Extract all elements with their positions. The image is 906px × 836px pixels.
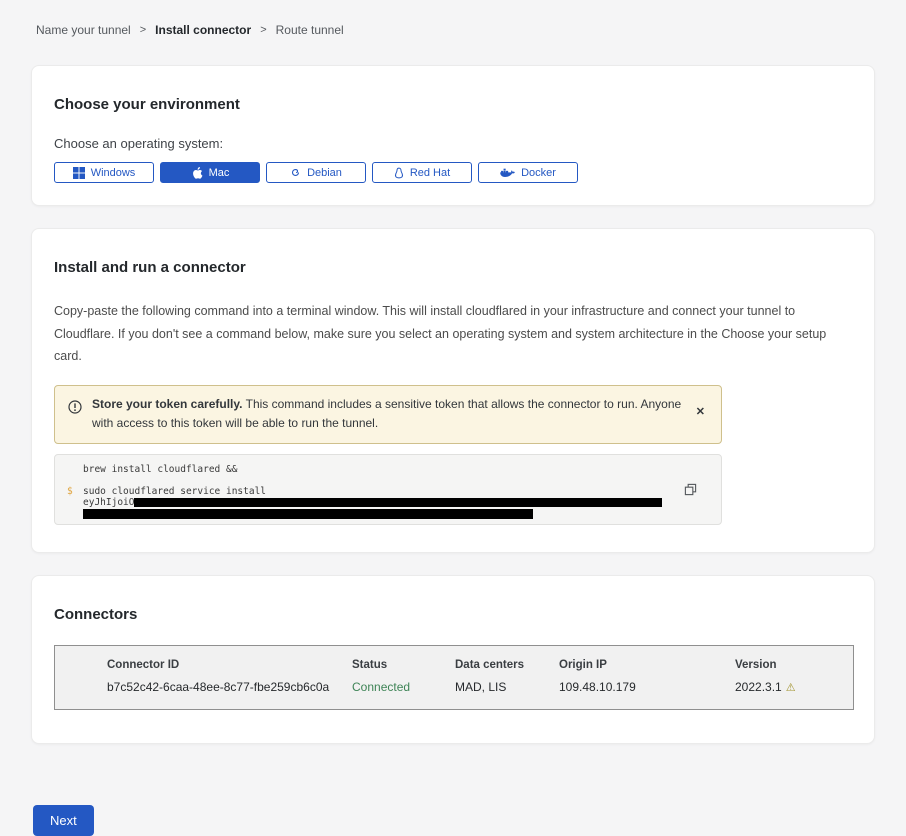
- os-button-label: Docker: [521, 167, 556, 179]
- os-button-label: Windows: [91, 167, 136, 179]
- os-button-label: Red Hat: [410, 167, 450, 179]
- version-warning-icon: ⚠: [786, 681, 796, 694]
- breadcrumb: Name your tunnel > Install connector > R…: [31, 0, 875, 37]
- token-warning-text: Store your token carefully. This command…: [92, 395, 682, 435]
- install-description: Copy-paste the following command into a …: [54, 300, 852, 368]
- connector-id-value: b7c52c42-6caa-48ee-8c77-fbe259cb6c0a: [107, 680, 352, 694]
- redacted-token-bar: [83, 509, 533, 519]
- connectors-card: Connectors Connector ID Status Data cent…: [31, 575, 875, 744]
- install-card-title: Install and run a connector: [54, 259, 852, 276]
- alert-circle-icon: [68, 400, 82, 419]
- token-line: eyJhIjoiO: [83, 497, 662, 508]
- os-button-group: Windows Mac Debian Red Hat: [54, 162, 852, 183]
- col-header-origin-ip: Origin IP: [559, 659, 735, 671]
- code-command-install: sudo cloudflared service install: [83, 486, 266, 497]
- redhat-linux-icon: [394, 167, 404, 179]
- os-button-label: Debian: [307, 167, 342, 179]
- version-value: 2022.3.1⚠: [735, 680, 853, 694]
- breadcrumb-install-connector[interactable]: Install connector: [155, 23, 251, 37]
- token-warning-banner: Store your token carefully. This command…: [54, 385, 722, 445]
- col-header-data-centers: Data centers: [455, 659, 559, 671]
- data-centers-value: MAD, LIS: [455, 680, 559, 694]
- debian-icon: [290, 167, 301, 178]
- origin-ip-value: 109.48.10.179: [559, 680, 735, 694]
- install-command-code-block: brew install cloudflared && $ sudo cloud…: [54, 454, 722, 525]
- breadcrumb-route-tunnel[interactable]: Route tunnel: [276, 23, 344, 37]
- connectors-card-title: Connectors: [54, 606, 852, 623]
- connectors-table: Connector ID Status Data centers Origin …: [54, 645, 854, 710]
- close-icon[interactable]: ✕: [692, 403, 709, 420]
- tunnel-setup-page: Name your tunnel > Install connector > R…: [0, 0, 906, 836]
- connectors-table-header: Connector ID Status Data centers Origin …: [107, 659, 853, 671]
- breadcrumb-separator: >: [260, 24, 266, 36]
- os-button-label: Mac: [209, 167, 230, 179]
- os-button-docker[interactable]: Docker: [478, 162, 578, 183]
- docker-whale-icon: [500, 167, 515, 178]
- status-badge: Connected: [352, 680, 455, 694]
- os-select-label: Choose an operating system:: [54, 136, 852, 151]
- install-connector-card: Install and run a connector Copy-paste t…: [31, 228, 875, 553]
- choose-environment-card: Choose your environment Choose an operat…: [31, 65, 875, 206]
- os-button-redhat[interactable]: Red Hat: [372, 162, 472, 183]
- apple-icon: [191, 166, 203, 180]
- code-gutter: [67, 497, 83, 508]
- col-header-status: Status: [352, 659, 455, 671]
- os-button-windows[interactable]: Windows: [54, 162, 154, 183]
- col-header-version: Version: [735, 659, 853, 671]
- os-button-mac[interactable]: Mac: [160, 162, 260, 183]
- breadcrumb-name-your-tunnel[interactable]: Name your tunnel: [36, 23, 131, 37]
- code-command-brew: brew install cloudflared &&: [83, 464, 237, 475]
- windows-icon: [73, 167, 85, 179]
- redacted-token-bar: [134, 498, 662, 507]
- col-header-connector-id: Connector ID: [107, 659, 352, 671]
- copy-icon[interactable]: [682, 481, 699, 501]
- code-gutter: [67, 464, 83, 475]
- breadcrumb-separator: >: [140, 24, 146, 36]
- connector-table-row: b7c52c42-6caa-48ee-8c77-fbe259cb6c0a Con…: [107, 680, 853, 694]
- shell-prompt: $: [67, 486, 83, 497]
- os-button-debian[interactable]: Debian: [266, 162, 366, 183]
- environment-card-title: Choose your environment: [54, 96, 852, 113]
- next-button[interactable]: Next: [33, 805, 94, 836]
- token-warning-bold: Store your token carefully.: [92, 397, 243, 411]
